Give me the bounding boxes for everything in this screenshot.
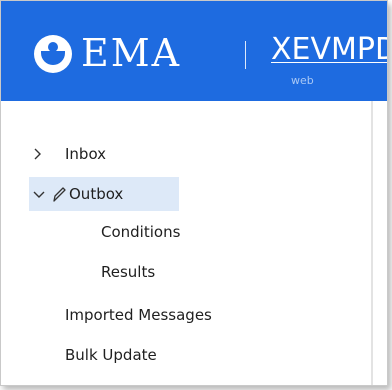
sidebar-subitem-results[interactable]: Results (101, 255, 221, 289)
sidebar-item-label: Results (101, 263, 156, 281)
ema-logo-icon (34, 35, 72, 73)
sidebar-item-label: Inbox (65, 145, 107, 163)
pencil-icon (51, 177, 67, 223)
app-title-link[interactable]: XEVMPD (271, 32, 387, 68)
sidebar-item-inbox[interactable]: Inbox (29, 137, 179, 171)
logo-divider (245, 41, 246, 69)
sidebar-item-label: Bulk Update (65, 346, 157, 364)
chevron-down-icon[interactable] (32, 177, 46, 224)
ema-logo-text: EMA (81, 31, 182, 75)
sidebar-item-outbox[interactable]: Outbox (29, 177, 179, 211)
app-header: EMA XEVMPD web (1, 1, 387, 101)
app-subtitle: web (291, 74, 314, 87)
sidebar-subitem-conditions[interactable]: Conditions (101, 215, 221, 249)
sidebar-divider (371, 101, 373, 385)
app-window: EMA XEVMPD web Inbox Outbox Conditions R… (0, 0, 388, 386)
sidebar-item-imported-messages[interactable]: Imported Messages (65, 298, 265, 332)
sidebar-item-label: Outbox (69, 185, 124, 203)
sidebar-item-bulk-update[interactable]: Bulk Update (65, 338, 265, 372)
sidebar-item-label: Conditions (101, 223, 181, 241)
sidebar-item-label: Imported Messages (65, 306, 212, 324)
sidebar-nav: Inbox Outbox Conditions Results Imported… (1, 101, 371, 385)
